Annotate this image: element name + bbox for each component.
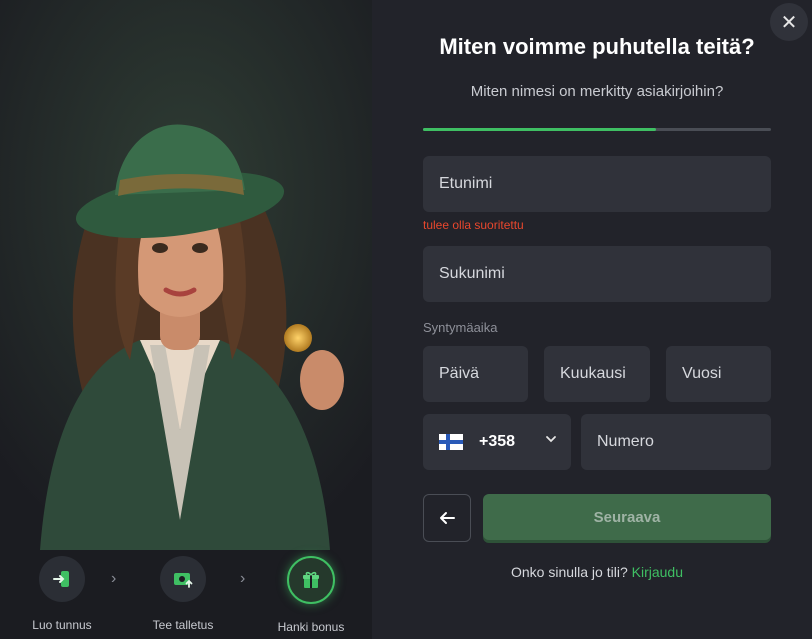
year-input[interactable] [682,365,771,383]
promo-panel: Luo tunnus › Tee talletus › Hanki bonus [0,0,372,639]
phone-number-input[interactable] [597,433,771,451]
modal-title: Miten voimme puhutella teitä? [439,34,755,59]
step-get-bonus: Hanki bonus [256,556,366,634]
first-name-error: tulee olla suoritettu [423,218,524,232]
day-input[interactable] [439,365,528,383]
progress-fill [423,128,657,131]
chevron-right-icon: › [111,570,117,587]
chevron-down-icon [546,436,556,443]
login-link[interactable]: Kirjaudu [632,564,683,580]
last-name-input[interactable] [439,265,771,283]
back-button[interactable] [423,494,471,542]
step-label: Tee talletus [152,618,214,632]
month-input[interactable] [560,365,650,383]
day-field[interactable] [423,346,528,402]
finland-flag-icon [439,434,463,450]
last-name-field[interactable] [423,246,771,302]
country-code-value: +358 [479,433,516,450]
next-button[interactable]: Seuraava [483,494,771,540]
step-label: Hanki bonus [277,620,345,634]
login-prompt: Onko sinulla jo tili? [511,564,628,580]
first-name-field[interactable] [423,156,771,212]
year-field[interactable] [666,346,771,402]
registration-steps: Luo tunnus › Tee talletus › Hanki bonus [0,552,372,639]
arrow-left-icon [440,512,455,524]
country-code-select[interactable]: +358 [423,414,571,470]
dob-label: Syntymäaika [423,320,498,335]
hero-illustration [0,0,372,550]
login-prompt-row: Onko sinulla jo tili? Kirjaudu [422,564,772,580]
modal-subtitle: Miten nimesi on merkitty asiakirjoihin? [470,83,724,100]
gift-icon [287,556,335,604]
close-icon: ✕ [780,11,798,34]
deposit-icon [160,556,206,602]
chevron-right-icon: › [240,570,246,587]
month-field[interactable] [544,346,650,402]
first-name-input[interactable] [439,175,771,193]
close-button[interactable]: ✕ [770,3,808,41]
progress-bar [423,128,771,131]
phone-number-field[interactable] [581,414,771,470]
step-create-account: Luo tunnus [7,556,117,632]
step-make-deposit: Tee talletus [128,556,238,632]
step-label: Luo tunnus [32,618,92,632]
login-icon [39,556,85,602]
